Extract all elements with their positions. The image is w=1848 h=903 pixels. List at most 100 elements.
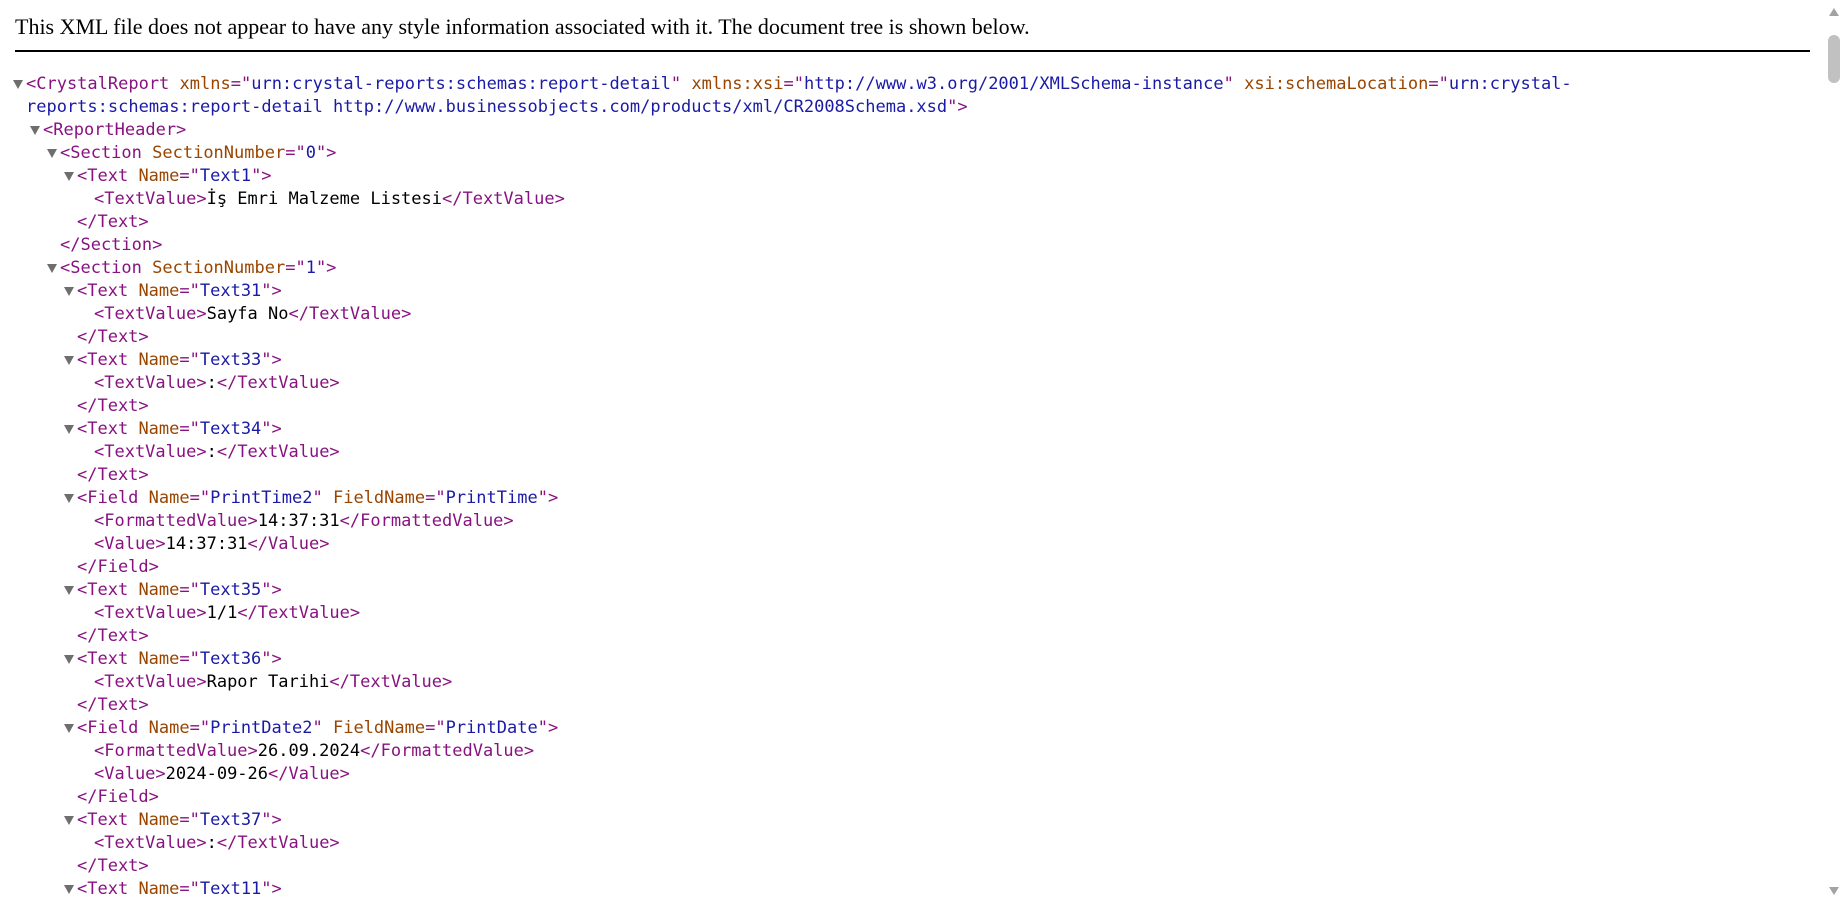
collapse-toggle-icon[interactable] xyxy=(61,349,77,372)
xml-line-content: <Text Name="Text34"> xyxy=(77,418,282,441)
xml-line-close: </Text> xyxy=(0,625,1820,648)
xml-space xyxy=(1234,74,1244,94)
xml-tag-markup: " xyxy=(670,74,682,94)
xml-tag-markup: "> xyxy=(261,419,282,439)
collapse-toggle-icon[interactable] xyxy=(61,487,77,510)
collapse-toggle-icon[interactable] xyxy=(61,579,77,602)
collapse-toggle-icon[interactable] xyxy=(44,257,60,280)
scrollbar-thumb[interactable] xyxy=(1828,35,1840,83)
xml-line-content: <Text Name="Text1"> xyxy=(77,165,272,188)
xml-line-content: <Text Name="Text31"> xyxy=(77,280,282,303)
xml-tag-markup: =" xyxy=(179,649,200,669)
xml-line-close: </Text> xyxy=(0,855,1820,878)
xml-line-content: <Value>2024-09-26</Value> xyxy=(94,763,350,786)
xml-tag-markup: "> xyxy=(261,350,282,370)
collapse-toggle-icon[interactable] xyxy=(61,648,77,671)
xml-tag-markup: =" xyxy=(230,74,252,94)
xml-tag-markup: <TextValue> xyxy=(94,603,207,623)
xml-tag-markup: =" xyxy=(1428,74,1449,94)
xml-line-leaf: <FormattedValue>14:37:31</FormattedValue… xyxy=(0,510,1820,533)
collapse-toggle-icon[interactable] xyxy=(61,280,77,303)
xml-space xyxy=(128,166,138,186)
collapse-toggle-icon[interactable] xyxy=(10,73,26,96)
xml-tag-markup: <ReportHeader> xyxy=(43,120,187,140)
xml-line-content: reports:schemas:report-detail http://www… xyxy=(26,96,968,119)
collapse-toggle-icon[interactable] xyxy=(27,119,43,142)
vertical-scrollbar[interactable] xyxy=(1820,0,1848,903)
xml-line-content: <FormattedValue>26.09.2024</FormattedVal… xyxy=(94,740,534,763)
xml-line-leaf: <TextValue>Sayfa No</TextValue> xyxy=(0,303,1820,326)
xml-tag-markup: "> xyxy=(947,97,968,117)
xml-tag-markup: <CrystalReport xyxy=(26,74,170,94)
collapse-toggle-icon[interactable] xyxy=(61,809,77,832)
scroll-up-arrow-icon[interactable] xyxy=(1829,8,1839,16)
xml-space xyxy=(138,718,148,738)
xml-attribute-value: Text36 xyxy=(199,649,262,669)
xml-attribute-name: FieldName xyxy=(332,488,426,508)
xml-tag-markup: <Section xyxy=(60,258,142,278)
xml-attribute-value: urn:crystal-reports:schemas:report-detai… xyxy=(251,74,671,94)
xml-attribute-name: Name xyxy=(148,718,190,738)
xml-attribute-value: Text35 xyxy=(199,580,262,600)
xml-attribute-name: SectionNumber xyxy=(152,258,286,278)
xml-tag-markup: </Value> xyxy=(268,764,350,784)
xml-tag-markup: <Field xyxy=(77,718,139,738)
xml-line-close: </Text> xyxy=(0,326,1820,349)
xml-tag-markup: <Field xyxy=(77,488,139,508)
xml-line-open: <Section SectionNumber="0"> xyxy=(0,142,1820,165)
xml-line-content: </Text> xyxy=(77,855,149,878)
xml-line-close: </Section> xyxy=(0,234,1820,257)
xml-attribute-value: PrintDate xyxy=(445,718,538,738)
xml-tag-markup: "> xyxy=(261,879,282,899)
xml-line-leaf: <TextValue>:</TextValue> xyxy=(0,372,1820,395)
xml-line-content: </Text> xyxy=(77,625,149,648)
scroll-down-arrow-icon[interactable] xyxy=(1829,887,1839,895)
xml-tag-markup: <Text xyxy=(77,649,129,669)
xml-text-content: İş Emri Malzeme Listesi xyxy=(206,189,442,209)
xml-tag-markup: "> xyxy=(261,580,282,600)
xml-line-open: <Section SectionNumber="1"> xyxy=(0,257,1820,280)
collapse-toggle-icon[interactable] xyxy=(61,878,77,901)
xml-line-content: <CrystalReport xmlns="urn:crystal-report… xyxy=(26,73,1572,96)
xml-line-content: <Text Name="Text37"> xyxy=(77,809,282,832)
xml-tag-markup: =" xyxy=(179,350,200,370)
xml-tag-markup: </FormattedValue> xyxy=(339,511,514,531)
collapse-toggle-icon[interactable] xyxy=(61,165,77,188)
xml-attribute-name: Name xyxy=(138,879,180,899)
xml-tag-markup: " xyxy=(312,488,323,508)
xml-tag-markup: <Text xyxy=(77,166,129,186)
xml-text-content: 14:37:31 xyxy=(165,534,248,554)
collapse-toggle-icon[interactable] xyxy=(61,717,77,740)
xml-text-content: Sayfa No xyxy=(206,304,289,324)
xml-tag-markup: "> xyxy=(537,488,559,508)
collapse-toggle-icon[interactable] xyxy=(61,418,77,441)
xml-line-open: <Text Name="Text11"> xyxy=(0,878,1820,901)
xml-line-open: <CrystalReport xmlns="urn:crystal-report… xyxy=(0,73,1820,96)
xml-attribute-value: 1 xyxy=(305,258,316,278)
xml-line-open: <ReportHeader> xyxy=(0,119,1820,142)
xml-attribute-name: Name xyxy=(138,419,180,439)
xml-attribute-name: Name xyxy=(138,166,180,186)
xml-tag-markup: =" xyxy=(189,718,211,738)
xml-attribute-name: Name xyxy=(138,580,180,600)
xml-line-leaf: <TextValue>:</TextValue> xyxy=(0,441,1820,464)
collapse-toggle-icon[interactable] xyxy=(44,142,60,165)
xml-line-content: <Section SectionNumber="0"> xyxy=(60,142,336,165)
xml-tag-markup: =" xyxy=(179,810,200,830)
xml-line-leaf: <Value>14:37:31</Value> xyxy=(0,533,1820,556)
xml-tag-markup: </TextValue> xyxy=(288,304,412,324)
xml-line-leaf: <TextValue>Rapor Tarihi</TextValue> xyxy=(0,671,1820,694)
xml-tag-markup: <TextValue> xyxy=(94,833,207,853)
xml-line-open: <Text Name="Text34"> xyxy=(0,418,1820,441)
xml-tag-markup: " xyxy=(312,718,323,738)
xml-line-open: <Text Name="Text35"> xyxy=(0,579,1820,602)
xml-line-cont: reports:schemas:report-detail http://www… xyxy=(0,96,1820,119)
xml-attribute-value: PrintTime2 xyxy=(210,488,313,508)
xml-tag-markup: "> xyxy=(315,258,337,278)
xml-tag-markup: </Text> xyxy=(77,856,149,876)
xml-attribute-value: Text34 xyxy=(199,419,262,439)
xml-space xyxy=(142,258,152,278)
xml-text-content: 26.09.2024 xyxy=(257,741,361,761)
xml-text-content: : xyxy=(206,373,217,393)
xml-tag-markup: "> xyxy=(315,143,337,163)
